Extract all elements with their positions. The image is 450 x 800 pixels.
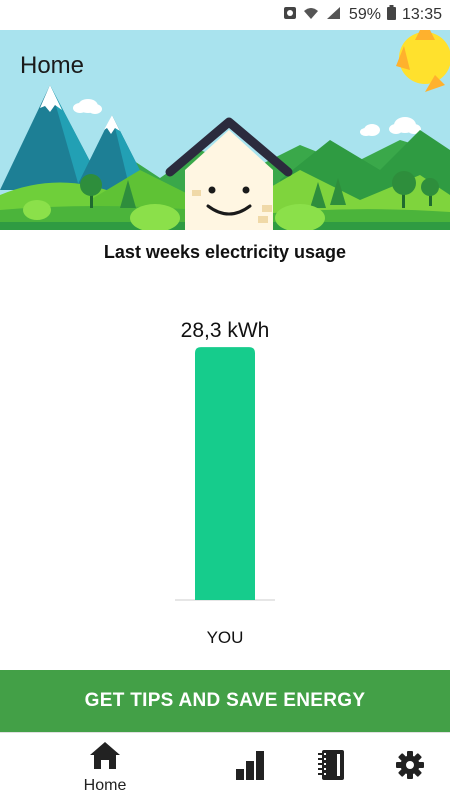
home-icon [89, 740, 121, 775]
notification-icon [283, 5, 297, 26]
chart-category-label: YOU [207, 628, 244, 647]
page-title: Home [20, 52, 85, 79]
nav-diary[interactable] [310, 733, 354, 800]
status-bar: 59% 13:35 [0, 0, 450, 30]
nav-settings[interactable] [388, 733, 432, 800]
notebook-icon [318, 749, 346, 786]
signal-icon [325, 6, 341, 25]
bar-chart-icon [234, 749, 266, 786]
wifi-icon [303, 6, 319, 25]
battery-percent: 59% [348, 6, 381, 23]
usage-chart: 28,3 kWh YOU [0, 300, 450, 660]
clock: 13:35 [401, 6, 442, 23]
nav-statistics[interactable] [228, 733, 272, 800]
settings-icon [396, 750, 424, 784]
chart-bar [195, 347, 255, 600]
chart-value-label: 28,3 kWh [181, 319, 270, 342]
header-illustration: Home [0, 30, 450, 230]
get-tips-button[interactable]: GET TIPS AND SAVE ENERGY [0, 670, 450, 732]
battery-icon [386, 5, 396, 25]
bottom-navigation: Home [0, 732, 450, 800]
chart-title: Last weeks electricity usage [103, 242, 347, 262]
nav-home[interactable]: Home [70, 733, 140, 800]
nav-home-label: Home [83, 776, 127, 794]
